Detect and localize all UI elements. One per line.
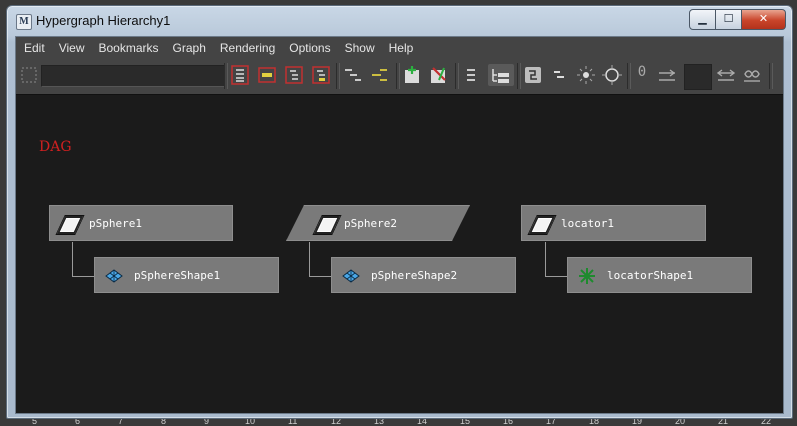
zoom-0-icon[interactable]: 0	[631, 64, 653, 86]
toolbar-separator	[517, 63, 521, 89]
toolbar: 0	[16, 60, 783, 92]
hierarchy-edge	[545, 276, 568, 277]
layout-radial-icon[interactable]	[601, 64, 623, 86]
hierarchy-edge	[309, 276, 332, 277]
menu-help[interactable]: Help	[382, 37, 421, 59]
node-locatorshape1[interactable]: locatorShape1	[567, 257, 752, 293]
close-button[interactable]: ✕	[742, 9, 786, 30]
select-tool-icon[interactable]	[18, 64, 40, 86]
window-controls: ▁ ☐ ✕	[689, 9, 786, 30]
hierarchy-view-icon	[492, 69, 509, 83]
toolbar-separator	[396, 63, 400, 89]
input-connections-icon[interactable]	[229, 64, 251, 86]
graph-canvas[interactable]: DAG pSphere1 pSphereShape1 pSphere2 pSph…	[16, 94, 783, 413]
locator-icon	[579, 268, 595, 284]
window-title: Hypergraph Hierarchy1	[36, 13, 171, 28]
node-label: pSphere2	[344, 217, 397, 230]
minimize-button[interactable]: ▁	[689, 9, 716, 30]
menu-show[interactable]: Show	[338, 37, 382, 59]
node-psphereshape1[interactable]: pSphereShape1	[94, 257, 279, 293]
frame-all-icon[interactable]	[522, 64, 544, 86]
node-psphereshape2[interactable]: pSphereShape2	[331, 257, 516, 293]
mesh-icon	[105, 269, 123, 283]
menu-bar: Edit View Bookmarks Graph Rendering Opti…	[16, 37, 783, 59]
node-label: pSphere1	[89, 217, 142, 230]
window-client: Edit View Bookmarks Graph Rendering Opti…	[15, 36, 784, 414]
node-psphere2[interactable]: pSphere2	[286, 205, 470, 241]
toolbar-separator	[455, 63, 459, 89]
color-swatch[interactable]	[684, 64, 712, 90]
menu-graph[interactable]: Graph	[166, 37, 213, 59]
hierarchy-edge	[309, 242, 310, 276]
node-label: pSphereShape1	[134, 269, 221, 282]
menu-rendering[interactable]: Rendering	[213, 37, 282, 59]
node-label: locator1	[561, 217, 614, 230]
frame-selection-icon[interactable]	[548, 64, 570, 86]
node-label: pSphereShape2	[371, 269, 458, 282]
zoom-0-label: 0	[637, 64, 647, 80]
hypergraph-window: M Hypergraph Hierarchy1 ▁ ☐ ✕ Edit View …	[6, 5, 793, 419]
toolbar-separator	[224, 63, 228, 89]
collapse-icon[interactable]	[342, 64, 364, 86]
list-view-icon[interactable]	[460, 64, 482, 86]
menu-options[interactable]: Options	[282, 37, 337, 59]
menu-bookmarks[interactable]: Bookmarks	[91, 37, 165, 59]
remove-bookmark-icon[interactable]	[427, 64, 449, 86]
menu-edit[interactable]: Edit	[16, 37, 52, 59]
layout-icon[interactable]	[575, 64, 597, 86]
graph-selection-icon[interactable]	[310, 64, 332, 86]
node-locator1[interactable]: locator1	[521, 205, 706, 241]
dag-section-label: DAG	[39, 139, 72, 155]
clear-graph-icon[interactable]	[256, 64, 278, 86]
infinity-icon[interactable]	[741, 64, 763, 86]
maximize-button[interactable]: ☐	[716, 9, 742, 30]
dependency2-icon[interactable]	[715, 64, 737, 86]
maya-app-icon: M	[16, 14, 32, 30]
menu-view[interactable]: View	[52, 37, 92, 59]
transform-icon	[312, 215, 341, 235]
toolbar-separator	[769, 63, 773, 89]
expand-icon[interactable]	[368, 64, 390, 86]
scene-hierarchy-icon[interactable]	[283, 64, 305, 86]
hierarchy-view-button[interactable]	[488, 64, 514, 86]
mesh-icon	[342, 269, 360, 283]
search-input[interactable]	[41, 65, 225, 87]
dependency-icon[interactable]	[656, 64, 678, 86]
hierarchy-edge	[545, 242, 546, 276]
transform-icon	[55, 215, 85, 235]
hierarchy-edge	[72, 276, 95, 277]
title-bar[interactable]: M Hypergraph Hierarchy1 ▁ ☐ ✕	[7, 6, 792, 36]
hierarchy-edge	[72, 242, 73, 276]
transform-icon	[527, 215, 557, 235]
node-psphere1[interactable]: pSphere1	[49, 205, 233, 241]
add-bookmark-icon[interactable]	[401, 64, 423, 86]
toolbar-separator	[336, 63, 340, 89]
node-label: locatorShape1	[607, 269, 694, 282]
